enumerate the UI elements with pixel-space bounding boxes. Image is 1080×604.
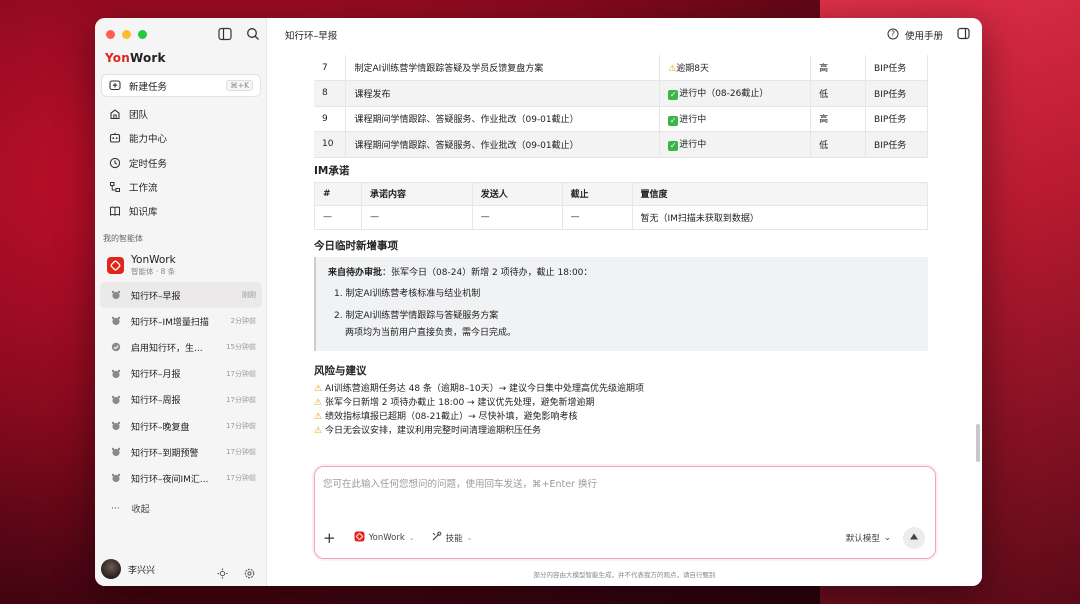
app-window: YonWork 新建任务 ⌘+K 团队 能力中心 定时任务 工作流 知识库 我的… (95, 18, 982, 586)
chevron-down-icon: ⌄ (466, 534, 473, 542)
sidebar-item-knowledge[interactable]: 知识库 (101, 199, 261, 223)
message-content: 7 制定AI训练营学情跟踪答疑及学员反馈复盘方案 ⚠逾期8天 高 BIP任务 8… (314, 55, 928, 438)
check-icon: ✓ (668, 141, 679, 152)
task-table: 7 制定AI训练营学情跟踪答疑及学员反馈复盘方案 ⚠逾期8天 高 BIP任务 8… (314, 55, 928, 158)
skill-tool-icon (431, 531, 442, 545)
window-controls (106, 30, 147, 39)
avatar[interactable] (101, 559, 121, 579)
check-icon: ✓ (668, 90, 679, 101)
risk-list: ⚠ AI训练营逾期任务达 48 条（逾期8–10天）→ 建议今日集中处理高优先级… (314, 382, 928, 438)
collapse-button[interactable]: ··· 收起 (111, 502, 150, 516)
skill-selector[interactable]: 技能 ⌄ (431, 531, 473, 545)
sidebar-item-scheduled[interactable]: 定时任务 (101, 151, 261, 175)
chat-item[interactable]: 知行环–IM增量扫描 2分钟前 (100, 308, 262, 334)
sidebar-nav: 团队 能力中心 定时任务 工作流 知识库 (101, 102, 261, 223)
im-table: # 承诺内容 发送人 截止 置信度 — — — — 暂无（IM扫描未获取到数据） (314, 181, 928, 230)
sidebar: YonWork 新建任务 ⌘+K 团队 能力中心 定时任务 工作流 知识库 我的… (95, 18, 267, 586)
sidebar-item-capability[interactable]: 能力中心 (101, 126, 261, 150)
chat-item[interactable]: 知行环–早报 刚刚 (100, 282, 262, 309)
agent-selector[interactable]: YonWork ⌄ (354, 531, 415, 545)
yonwork-logo-icon (107, 257, 124, 274)
check-circle-icon (111, 342, 121, 352)
new-items-title: 今日临时新增事项 (314, 239, 398, 252)
search-icon[interactable] (246, 26, 260, 40)
alarm-clock-icon (111, 369, 121, 379)
sidebar-item-workflow[interactable]: 工作流 (101, 175, 261, 199)
list-item: ⚠ 今日无会议安排，建议利用完整时间清理逾期积压任务 (314, 425, 541, 436)
new-items-quote: 来自待办审批：张军今日（08-24）新增 2 项待办，截止 18:00： 1. … (314, 256, 928, 351)
capability-icon (109, 132, 121, 144)
toggle-panel-icon[interactable] (957, 27, 970, 43)
help-manual-button[interactable]: ? 使用手册 (887, 28, 943, 43)
more-dots-icon: ··· (111, 503, 120, 514)
disclaimer: 部分内容由大模型智能生成，并不代表我方的观点，请自行甄别 (533, 571, 716, 579)
list-item: ⚠ 张军今日新增 2 项待办截止 18:00 → 建议优先处理，避免新增逾期 (314, 397, 595, 408)
alarm-clock-icon (111, 421, 121, 431)
chat-input-box[interactable]: 您可在此输入任何您想问的问题，使用回车发送，⌘+Enter 换行 + YonWo… (314, 466, 936, 559)
chevron-down-icon: ⌄ (883, 533, 891, 543)
list-item: ⚠ 绩效指标填报已超期（08-21截止）→ 尽快补填，避免影响考核 (314, 411, 578, 422)
chat-item[interactable]: 启用知行环，生... 15分钟前 (100, 334, 262, 360)
warning-icon: ⚠ (314, 425, 325, 436)
toggle-sidebar-icon[interactable] (218, 26, 232, 41)
table-row: 7 制定AI训练营学情跟踪答疑及学员反馈复盘方案 ⚠逾期8天 高 BIP任务 (314, 55, 928, 81)
chat-item[interactable]: 知行环–到期预警 17分钟前 (100, 439, 262, 465)
main-panel: 知行环–早报 ? 使用手册 7 制定AI训练营学情跟踪答疑及学员反馈复盘方案 ⚠… (267, 18, 982, 586)
chat-item[interactable]: 知行环–月报 17分钟前 (100, 361, 262, 387)
table-row: 8 课程发布 ✓ 进行中（08-26截止） 低 BIP任务 (314, 80, 928, 107)
close-window-button[interactable] (106, 30, 115, 39)
list-item: ⚠ AI训练营逾期任务达 48 条（逾期8–10天）→ 建议今日集中处理高优先级… (314, 383, 645, 394)
user-profile: 李兴兴 (101, 559, 261, 579)
table-row: 10 课程期间学情跟踪、答疑服务、作业批改（09-01截止） ✓ 进行中 低 BI… (314, 131, 928, 158)
workflow-icon (109, 181, 121, 193)
add-attachment-button[interactable]: + (323, 529, 336, 547)
alarm-clock-icon (111, 473, 121, 483)
yonwork-small-icon (354, 531, 365, 545)
theme-sun-icon[interactable] (217, 564, 228, 578)
new-task-button[interactable]: 新建任务 ⌘+K (101, 74, 261, 97)
clock-icon (109, 157, 121, 169)
chat-input[interactable]: 您可在此输入任何您想问的问题，使用回车发送，⌘+Enter 换行 (323, 476, 597, 490)
app-logo: YonWork (105, 51, 166, 65)
risk-section-title: 风险与建议 (314, 364, 367, 377)
minimize-window-button[interactable] (122, 30, 131, 39)
send-arrow-icon (909, 532, 919, 545)
sidebar-item-team[interactable]: 团队 (101, 102, 261, 126)
user-name: 李兴兴 (128, 565, 156, 576)
warning-icon: ⚠ (314, 411, 325, 422)
agents-section-label: 我的智能体 (103, 234, 143, 243)
table-header-row: # 承诺内容 发送人 截止 置信度 (314, 182, 928, 206)
book-icon (109, 205, 121, 217)
alarm-clock-icon (111, 395, 121, 405)
send-button[interactable] (903, 527, 925, 549)
chevron-down-icon: ⌄ (408, 534, 415, 542)
chat-item[interactable]: 知行环–夜间IM汇... 17分钟前 (100, 465, 262, 491)
maximize-window-button[interactable] (138, 30, 147, 39)
chat-list: 知行环–早报 刚刚 知行环–IM增量扫描 2分钟前 启用知行环，生... 15分… (100, 282, 262, 492)
check-icon: ✓ (668, 115, 679, 126)
svg-text:?: ? (891, 29, 895, 38)
page-title: 知行环–早报 (285, 31, 338, 42)
table-row: 9 课程期间学情跟踪、答疑服务、作业批改（09-01截止） ✓ 进行中 高 BIP… (314, 106, 928, 132)
agent-card[interactable]: YonWork 智能体 · 8 条 (107, 254, 176, 277)
shortcut-badge: ⌘+K (226, 80, 253, 91)
chat-item[interactable]: 知行环–周报 17分钟前 (100, 387, 262, 413)
table-row: — — — — 暂无（IM扫描未获取到数据） (314, 205, 928, 230)
warning-icon: ⚠ (314, 383, 325, 394)
alarm-clock-icon (111, 447, 121, 457)
settings-gear-icon[interactable] (244, 564, 255, 578)
scrollbar[interactable] (976, 424, 980, 462)
chat-item[interactable]: 知行环–晚复盘 17分钟前 (100, 413, 262, 439)
team-icon (109, 108, 121, 120)
im-section-title: IM承诺 (314, 164, 350, 177)
new-chat-icon (109, 79, 121, 92)
model-selector[interactable]: 默认模型 ⌄ (846, 532, 891, 544)
header: 知行环–早报 (267, 18, 982, 52)
alarm-clock-icon (111, 290, 121, 300)
alarm-clock-icon (111, 316, 121, 326)
help-circle-icon: ? (887, 28, 899, 43)
warning-icon: ⚠ (314, 397, 325, 408)
agent-name: YonWork (131, 254, 176, 266)
agent-sub: 智能体 · 8 条 (131, 267, 176, 276)
